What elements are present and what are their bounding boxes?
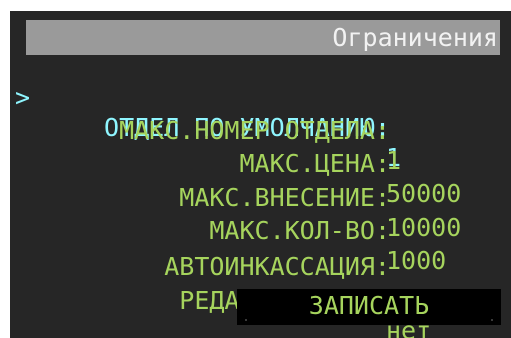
title-bar: Ограничения — [26, 20, 500, 55]
menu-item-max-price[interactable]: МАКС.ЦЕНА: 50000 — [10, 119, 511, 208]
corner-dot-left — [245, 319, 247, 321]
menu-item-auto-collection[interactable]: АВТОИНКАССАЦИЯ: да — [10, 222, 511, 311]
terminal-screen: Ограничения > ОТДЕЛ ПО УМОЛЧАНИЮ: 1 МАКС… — [10, 11, 511, 338]
menu-item-default-department[interactable]: > ОТДЕЛ ПО УМОЛЧАНИЮ: 1 — [10, 53, 511, 172]
menu-item-edit-price-db[interactable]: РЕДАК.ЦЕНА БД: нет — [10, 256, 511, 338]
corner-dot-right — [491, 319, 493, 321]
menu-item-max-deposit[interactable]: МАКС.ВНЕСЕНИЕ: 10000 — [10, 153, 511, 242]
save-button[interactable]: ЗАПИСАТЬ — [237, 289, 501, 325]
menu-item-max-department-number[interactable]: МАКС.НОМЕР ОТДЕЛА: 1 — [10, 86, 511, 175]
menu-item-max-quantity[interactable]: МАКС.КОЛ-ВО: 1000 — [10, 186, 511, 275]
save-button-label: ЗАПИСАТЬ — [308, 291, 430, 320]
screen-title: Ограничения — [332, 23, 498, 52]
